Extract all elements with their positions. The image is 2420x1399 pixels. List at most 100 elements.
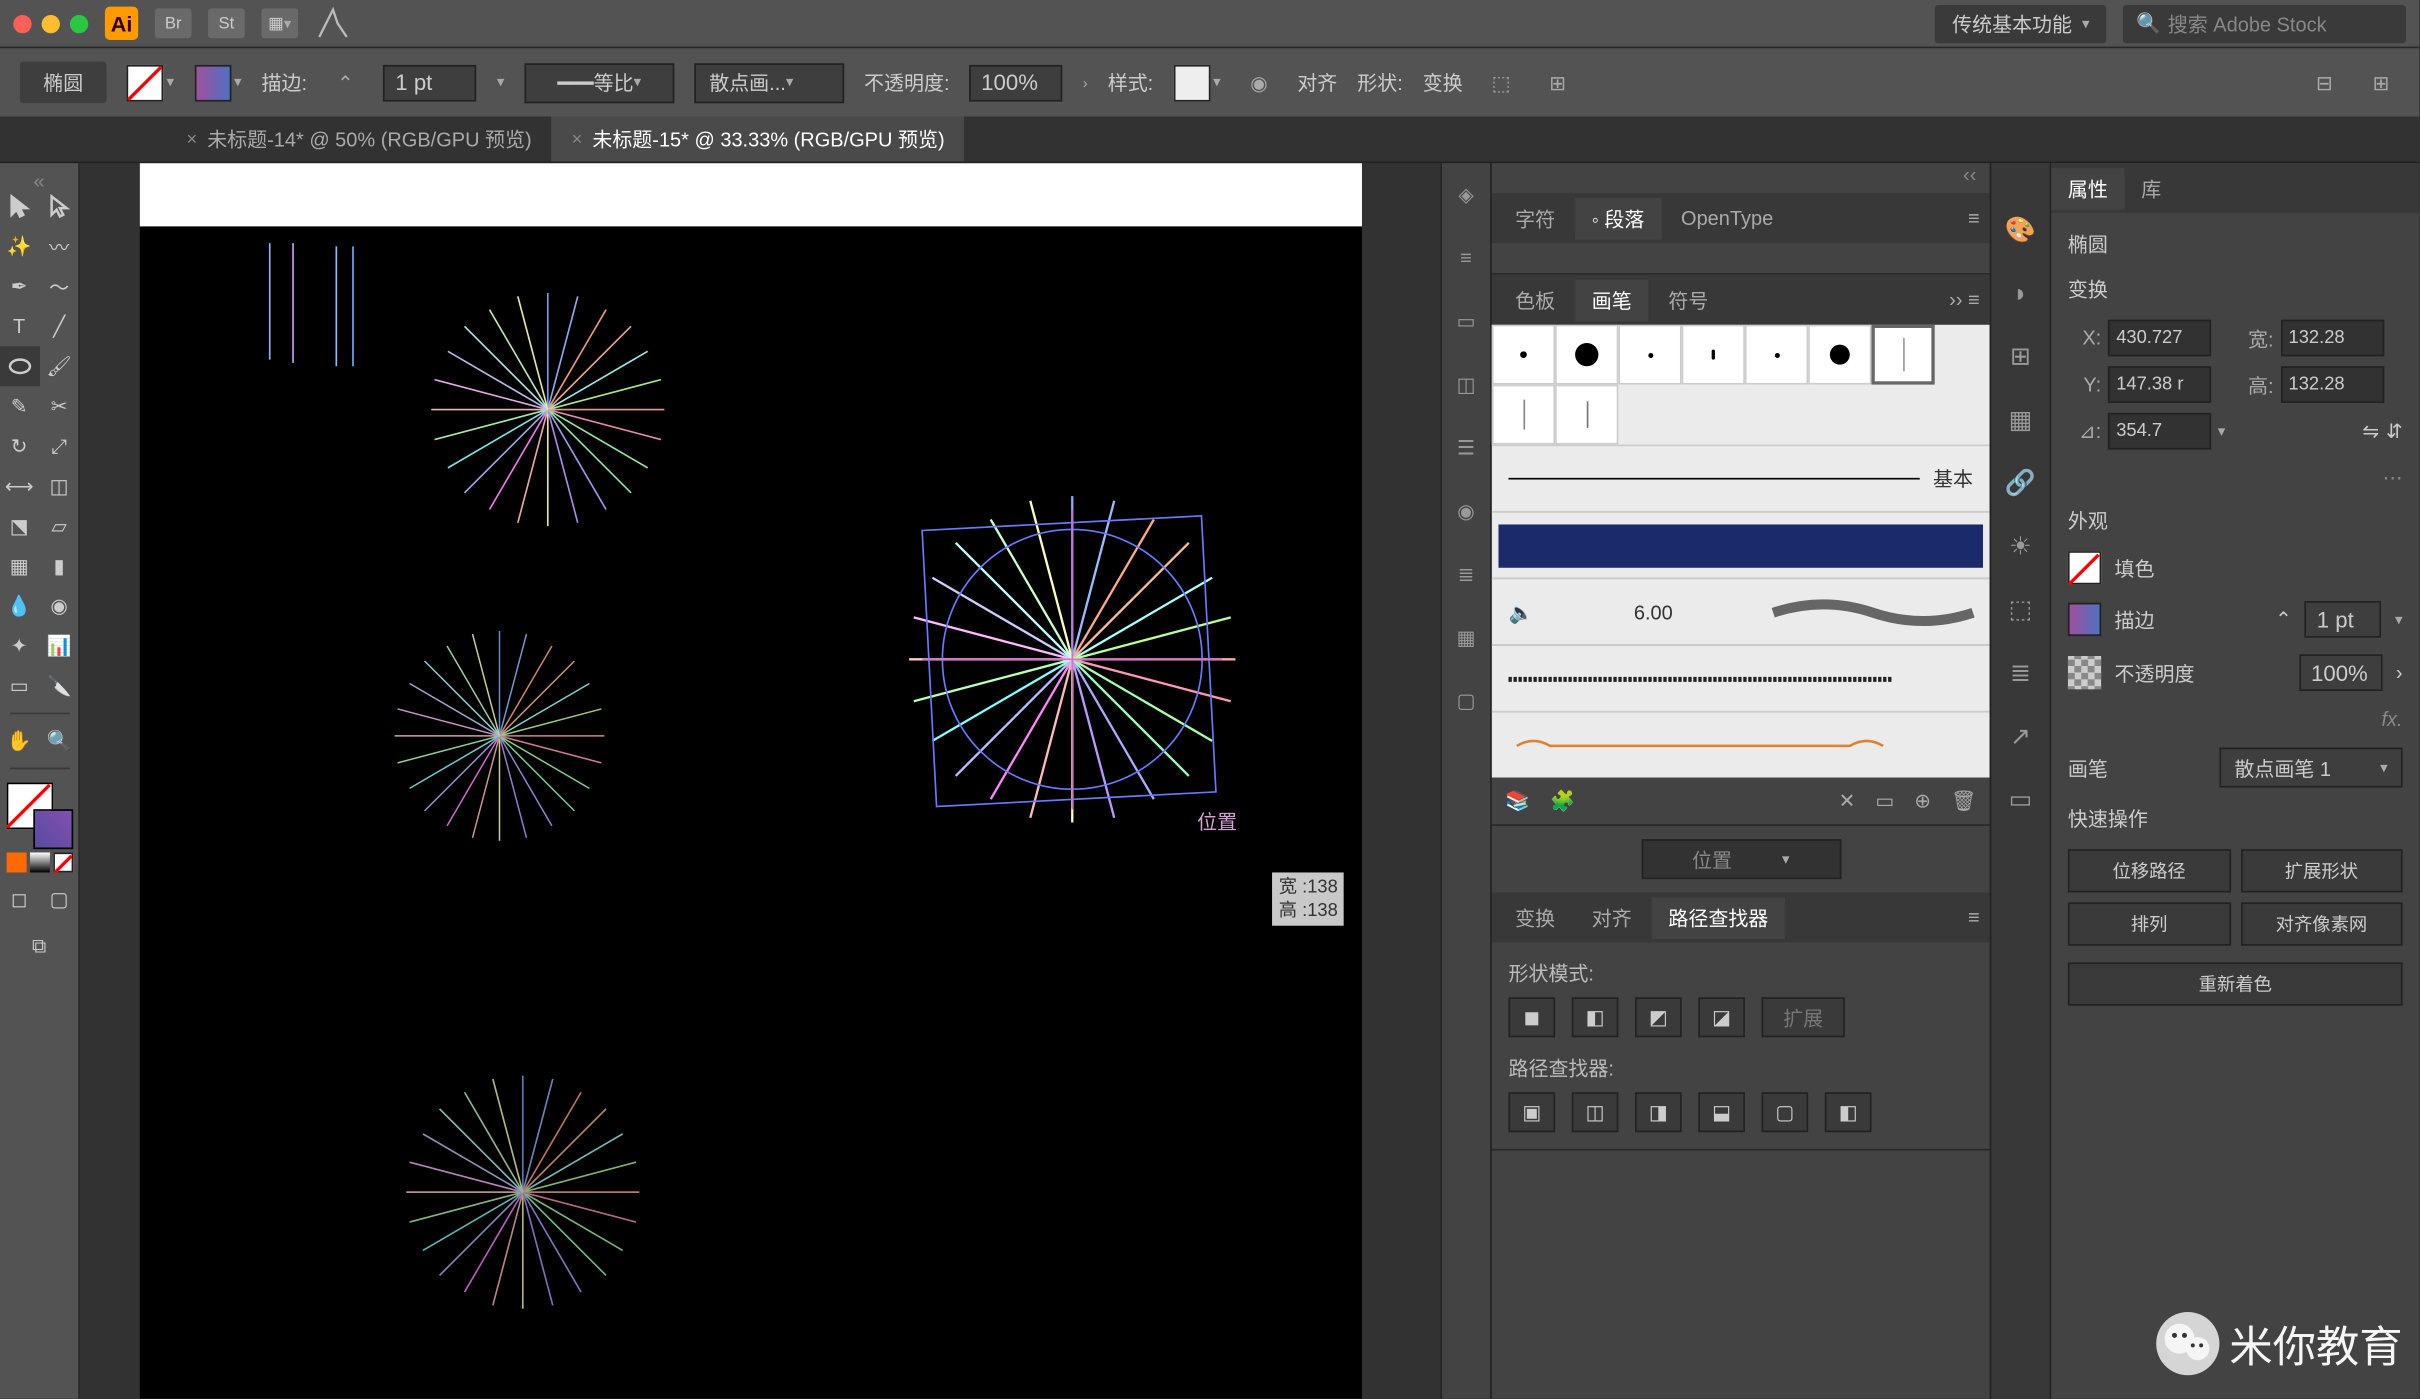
stroke-icon[interactable]: ≡	[1448, 240, 1485, 277]
divide-icon[interactable]: ▣	[1508, 1092, 1555, 1132]
prop-y-input[interactable]	[2108, 366, 2211, 403]
arrange-docs-icon[interactable]: ▦ ▾	[261, 8, 298, 38]
appearance-icon[interactable]: ☀	[2000, 526, 2040, 566]
prop-stroke-input[interactable]	[2305, 601, 2382, 638]
color-themes-icon[interactable]: 🎨	[2000, 210, 2040, 250]
unite-icon[interactable]: ◼	[1508, 997, 1555, 1037]
tab-properties[interactable]: 属性	[2051, 167, 2124, 209]
panel-menu-icon[interactable]: ›› ≡	[1949, 288, 1980, 311]
doc-tab-1[interactable]: ×未标题-14* @ 50% (RGB/GPU 预览)	[167, 117, 552, 162]
color-guide-icon[interactable]: ◗	[2000, 273, 2040, 313]
close-icon[interactable]: ×	[186, 129, 197, 149]
settings-icon[interactable]: ⊟	[2306, 64, 2343, 101]
stroke-swatch-dd[interactable]: ▾	[194, 64, 242, 101]
opacity-dd[interactable]: ›	[1083, 74, 1088, 91]
brush-options-icon[interactable]: ▭	[1875, 789, 1894, 812]
brush-calligraphic-row[interactable]: 🔈6.00	[1492, 578, 1990, 645]
appearance-icon[interactable]: ☰	[1448, 430, 1485, 467]
recolor-icon[interactable]: ◉	[1241, 64, 1278, 101]
merge-icon[interactable]: ◨	[1635, 1092, 1682, 1132]
minus-back-icon[interactable]: ◧	[1825, 1092, 1872, 1132]
doc-tab-2[interactable]: ×未标题-15* @ 33.33% (RGB/GPU 预览)	[552, 117, 965, 162]
blend-tool[interactable]: ◉	[39, 586, 79, 626]
brush-art-row-2[interactable]	[1492, 711, 1990, 778]
crop-icon[interactable]: ⬓	[1698, 1092, 1745, 1132]
opacity-input[interactable]	[970, 64, 1063, 101]
variable-width-dd[interactable]: ━━━ 等比 ▾	[524, 62, 674, 102]
gradient-tool[interactable]: ▮	[39, 546, 79, 586]
tab-library[interactable]: 库	[2125, 167, 2178, 209]
stroke-swatch[interactable]	[32, 809, 72, 849]
prop-x-input[interactable]	[2108, 320, 2211, 357]
search-stock-input[interactable]: 🔍 搜索 Adobe Stock	[2123, 4, 2406, 42]
decrease-icon[interactable]: ⌃	[2275, 608, 2292, 631]
color-icon[interactable]: ◈	[1448, 176, 1485, 213]
brush-preset[interactable]	[1745, 325, 1808, 385]
prop-angle-input[interactable]	[2108, 413, 2211, 450]
selection-tool[interactable]	[0, 186, 39, 226]
transform-label[interactable]: 变换	[1423, 68, 1463, 96]
transparency-icon[interactable]: ◫	[1448, 366, 1485, 403]
none-mode[interactable]	[52, 852, 72, 872]
brush-preset[interactable]	[1555, 385, 1618, 445]
stroke-width-input[interactable]	[384, 64, 477, 101]
position-dropdown[interactable]: 位置 ▾	[1641, 839, 1841, 879]
opacity-row[interactable]: 不透明度 ›	[2068, 654, 2403, 691]
tab-opentype[interactable]: OpenType	[1664, 200, 1789, 237]
line-tool[interactable]: ╱	[39, 306, 79, 346]
fill-row[interactable]: 填色	[2068, 551, 2403, 584]
eyedropper-tool[interactable]: 💧	[0, 586, 39, 626]
asset-export-icon[interactable]: ▭	[2000, 779, 2040, 819]
brush-lib-icon[interactable]: 📚	[1505, 789, 1530, 812]
paintbrush-tool[interactable]: 🖌	[39, 346, 79, 386]
brush-preset[interactable]	[1492, 325, 1555, 385]
direct-selection-tool[interactable]	[39, 186, 79, 226]
decrease-icon[interactable]: ⌃	[327, 64, 364, 101]
more-options-icon[interactable]: ⋯	[2068, 466, 2403, 489]
brush-basic-row[interactable]: 基本	[1492, 445, 1990, 512]
tab-symbols[interactable]: 符号	[1652, 279, 1725, 321]
close-window[interactable]	[13, 14, 31, 32]
actions-icon[interactable]: ▦	[2000, 400, 2040, 440]
brush-preset[interactable]	[1555, 325, 1618, 385]
type-tool[interactable]: T	[0, 306, 39, 346]
tab-pathfinder[interactable]: 路径查找器	[1652, 897, 1785, 939]
hand-tool[interactable]: ✋	[0, 721, 39, 761]
expand-shape-button[interactable]: 扩展形状	[2240, 849, 2402, 892]
symbol-sprayer-tool[interactable]: ✦	[0, 626, 39, 666]
export-icon[interactable]: ↗	[2000, 716, 2040, 756]
magic-wand-tool[interactable]: ✨	[0, 226, 39, 266]
tab-align[interactable]: 对齐	[1575, 897, 1648, 939]
color-mode[interactable]	[6, 852, 26, 872]
shape-label[interactable]: 形状:	[1357, 68, 1403, 96]
brush-preset[interactable]	[1492, 385, 1555, 445]
gpu-icon[interactable]	[315, 8, 352, 38]
rotate-tool[interactable]: ↻	[0, 426, 39, 466]
align-label[interactable]: 对齐	[1297, 68, 1337, 96]
brush-preset-selected[interactable]	[1871, 325, 1934, 385]
layout-icon[interactable]: ⊞	[2363, 64, 2400, 101]
tab-paragraph[interactable]: ◦ 段落	[1575, 197, 1661, 239]
eraser-tool[interactable]: ✂	[39, 386, 79, 426]
maximize-window[interactable]	[70, 14, 88, 32]
gradient-mode[interactable]	[29, 852, 49, 872]
pen-tool[interactable]: ✒	[0, 266, 39, 306]
zoom-tool[interactable]: 🔍	[39, 721, 79, 761]
new-brush-icon[interactable]: ⊕	[1914, 789, 1931, 812]
fill-swatch-dd[interactable]: ▾	[127, 64, 175, 101]
scale-tool[interactable]: ⤢	[39, 426, 79, 466]
artboards-icon[interactable]: ▢	[1448, 683, 1485, 720]
artboard[interactable]: 位置 宽 :138高 :138	[140, 226, 1362, 1398]
align-pixel-button[interactable]: 对齐像素网	[2240, 902, 2402, 945]
draw-mode[interactable]: ◻	[0, 879, 39, 919]
collapse-icon[interactable]: ‹‹	[1492, 163, 1990, 193]
artboard-tool[interactable]: ▭	[0, 666, 39, 706]
graph-tool[interactable]: 📊	[39, 626, 79, 666]
delete-brush-icon[interactable]: 🗑	[1951, 789, 1976, 812]
flip-h-icon[interactable]: ⇋	[2362, 420, 2379, 443]
isolate-icon[interactable]: ⬚	[1483, 64, 1520, 101]
fx-icon[interactable]: fx.	[2068, 708, 2403, 731]
intersect-icon[interactable]: ◩	[1635, 997, 1682, 1037]
exclude-icon[interactable]: ◪	[1698, 997, 1745, 1037]
fill-stroke-control[interactable]	[6, 783, 73, 850]
